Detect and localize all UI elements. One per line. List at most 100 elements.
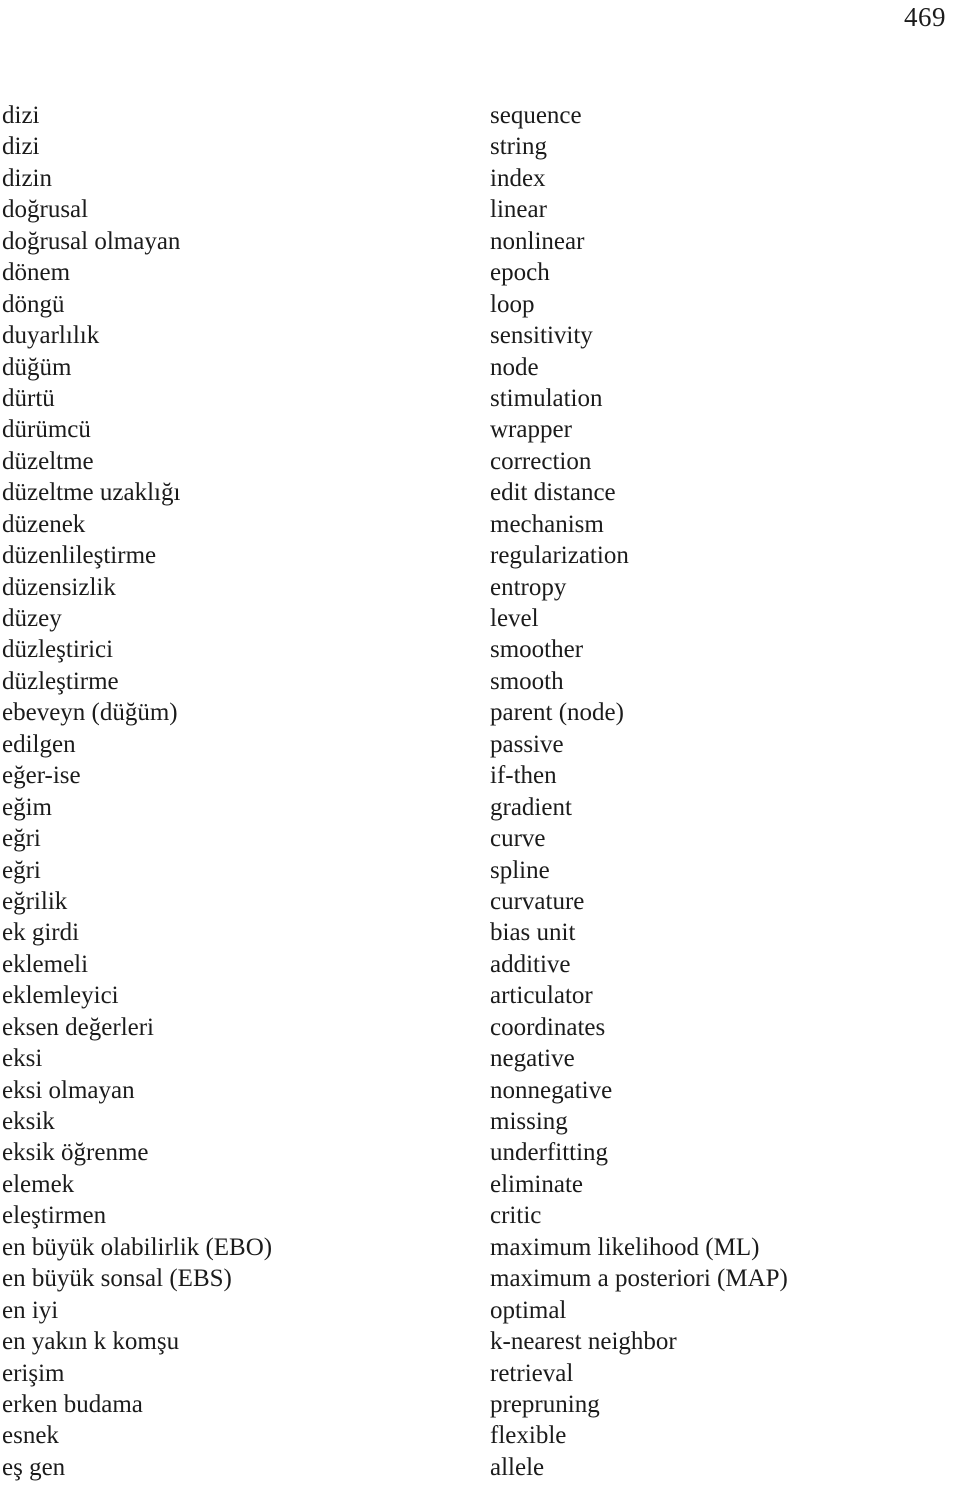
glossary-entry: en büyük sonsal (EBS) maximum a posterior… — [0, 1263, 960, 1294]
glossary-term-english: correction — [490, 447, 592, 475]
glossary-entry: düzeltme correction — [0, 446, 960, 477]
glossary-term-turkish: düzleştirici — [2, 636, 114, 664]
glossary-term-english: allele — [490, 1453, 545, 1481]
glossary-term-english: loop — [490, 290, 535, 318]
glossary-term-turkish: düzeltme — [2, 447, 94, 475]
glossary-term-turkish: eklemeli — [2, 950, 89, 978]
glossary-entry: edilgen passive — [0, 729, 960, 760]
glossary-term-english: articulator — [490, 982, 593, 1010]
glossary-term-english: curvature — [490, 887, 585, 915]
glossary-term-english: optimal — [490, 1296, 567, 1324]
glossary-term-turkish: eğri — [2, 825, 41, 853]
glossary-entry: dürtü stimulation — [0, 383, 960, 414]
glossary-entry: duyarlılık sensitivity — [0, 320, 960, 351]
glossary-entry: doğrusal olmayan nonlinear — [0, 226, 960, 257]
glossary-entry: eksi negative — [0, 1043, 960, 1074]
glossary-term-turkish: en yakın k komşu — [2, 1328, 180, 1356]
glossary-entry: esnek flexible — [0, 1420, 960, 1451]
glossary-term-english: string — [490, 133, 547, 161]
glossary-term-turkish: dizi — [2, 133, 40, 161]
glossary-term-english: eliminate — [490, 1170, 584, 1198]
glossary-term-english: bias unit — [490, 919, 576, 947]
glossary-entry: düzenlileştirme regularization — [0, 540, 960, 571]
glossary-entry: ek girdi bias unit — [0, 917, 960, 948]
glossary-entry: döngü loop — [0, 289, 960, 320]
glossary-term-english: negative — [490, 1045, 575, 1073]
glossary-entry: eğrilik curvature — [0, 886, 960, 917]
glossary-term-turkish: eş gen — [2, 1453, 66, 1481]
glossary-term-turkish: eksik öğrenme — [2, 1139, 149, 1167]
glossary-entry: düzenek mechanism — [0, 509, 960, 540]
glossary-term-english: smooth — [490, 667, 564, 695]
glossary-term-turkish: duyarlılık — [2, 322, 100, 350]
glossary-term-english: wrapper — [490, 416, 572, 444]
glossary-term-turkish: eğer-ise — [2, 762, 81, 790]
glossary-term-english: edit distance — [490, 479, 616, 507]
glossary-page: 469 dizi sequence dizi string dizin index doğr… — [0, 0, 960, 1488]
glossary-term-english: entropy — [490, 573, 567, 601]
glossary-term-turkish: elemek — [2, 1170, 75, 1198]
glossary-term-turkish: düzensizlik — [2, 573, 116, 601]
glossary-entry: dürümcü wrapper — [0, 414, 960, 445]
glossary-term-turkish: eksik — [2, 1108, 55, 1135]
glossary-term-turkish: esnek — [2, 1422, 59, 1450]
glossary-term-english: node — [490, 353, 539, 381]
glossary-term-turkish: dürümcü — [2, 416, 91, 444]
glossary-term-english: gradient — [490, 793, 572, 821]
glossary-term-turkish: dizin — [2, 164, 52, 192]
glossary-term-turkish: eğri — [2, 856, 41, 884]
glossary-entry: dizi string — [0, 131, 960, 162]
glossary-entry: en iyi optimal — [0, 1295, 960, 1326]
glossary-term-turkish: düzenlileştirme — [2, 542, 157, 570]
glossary-term-english: retrieval — [490, 1359, 574, 1387]
glossary-term-english: curve — [490, 825, 546, 853]
glossary-term-turkish: eklemleyici — [2, 982, 119, 1010]
glossary-entry: dizin index — [0, 163, 960, 194]
glossary-entry: eş gen allele — [0, 1452, 960, 1483]
glossary-entry: düzensizlik entropy — [0, 572, 960, 603]
glossary-term-turkish: düzleştirme — [2, 667, 119, 695]
glossary-entry: en yakın k komşu k-nearest neighbor — [0, 1326, 960, 1357]
glossary-term-english: regularization — [490, 542, 629, 570]
glossary-entry: eksi olmayan nonnegative — [0, 1075, 960, 1106]
glossary-term-turkish: eksi — [2, 1045, 43, 1073]
glossary-entry: eleştirmen critic — [0, 1200, 960, 1231]
glossary-term-turkish: dönem — [2, 259, 71, 287]
glossary-entry: düzey level — [0, 603, 960, 634]
glossary-term-english: k-nearest neighbor — [490, 1328, 677, 1356]
glossary-term-turkish: dürtü — [2, 384, 55, 412]
glossary-entry: eklemeli additive — [0, 949, 960, 980]
glossary-entry: ebeveyn (düğüm) parent (node) — [0, 697, 960, 728]
glossary-entry-list: dizi sequence dizi string dizin index doğrusal… — [0, 100, 960, 1483]
glossary-term-english: epoch — [490, 259, 550, 287]
glossary-term-turkish: eğrilik — [2, 887, 68, 915]
glossary-term-turkish: düzeltme uzaklığı — [2, 479, 181, 507]
glossary-term-english: index — [490, 164, 546, 192]
glossary-entry: dönem epoch — [0, 257, 960, 288]
glossary-term-turkish: en büyük sonsal (EBS) — [2, 1265, 232, 1293]
glossary-term-turkish: en iyi — [2, 1296, 59, 1324]
glossary-term-english: maximum a posteriori (MAP) — [490, 1265, 788, 1293]
glossary-entry: eklemleyici articulator — [0, 980, 960, 1011]
glossary-term-english: if-then — [490, 762, 557, 790]
glossary-term-english: smoother — [490, 636, 584, 664]
glossary-term-english: parent (node) — [490, 699, 624, 727]
glossary-term-english: nonlinear — [490, 227, 585, 255]
glossary-entry: eksik öğrenme underfitting — [0, 1137, 960, 1168]
glossary-term-english: linear — [490, 196, 547, 224]
glossary-term-turkish: düzenek — [2, 510, 86, 538]
glossary-term-english: sensitivity — [490, 322, 593, 350]
glossary-entry: eksik missing — [0, 1106, 960, 1137]
glossary-term-turkish: edilgen — [2, 730, 76, 758]
glossary-entry: eğri curve — [0, 823, 960, 854]
glossary-term-english: maximum likelihood (ML) — [490, 1233, 760, 1261]
glossary-term-english: nonnegative — [490, 1076, 613, 1104]
page-number: 469 — [904, 2, 946, 32]
glossary-entry: eğri spline — [0, 855, 960, 886]
glossary-entry: en büyük olabilirlik (EBO) maximum likeli… — [0, 1232, 960, 1263]
glossary-entry: eğer-ise if-then — [0, 760, 960, 791]
glossary-term-english: level — [490, 605, 539, 632]
glossary-term-english: underfitting — [490, 1139, 609, 1167]
glossary-term-turkish: en büyük olabilirlik (EBO) — [2, 1233, 273, 1261]
glossary-term-turkish: döngü — [2, 290, 65, 318]
